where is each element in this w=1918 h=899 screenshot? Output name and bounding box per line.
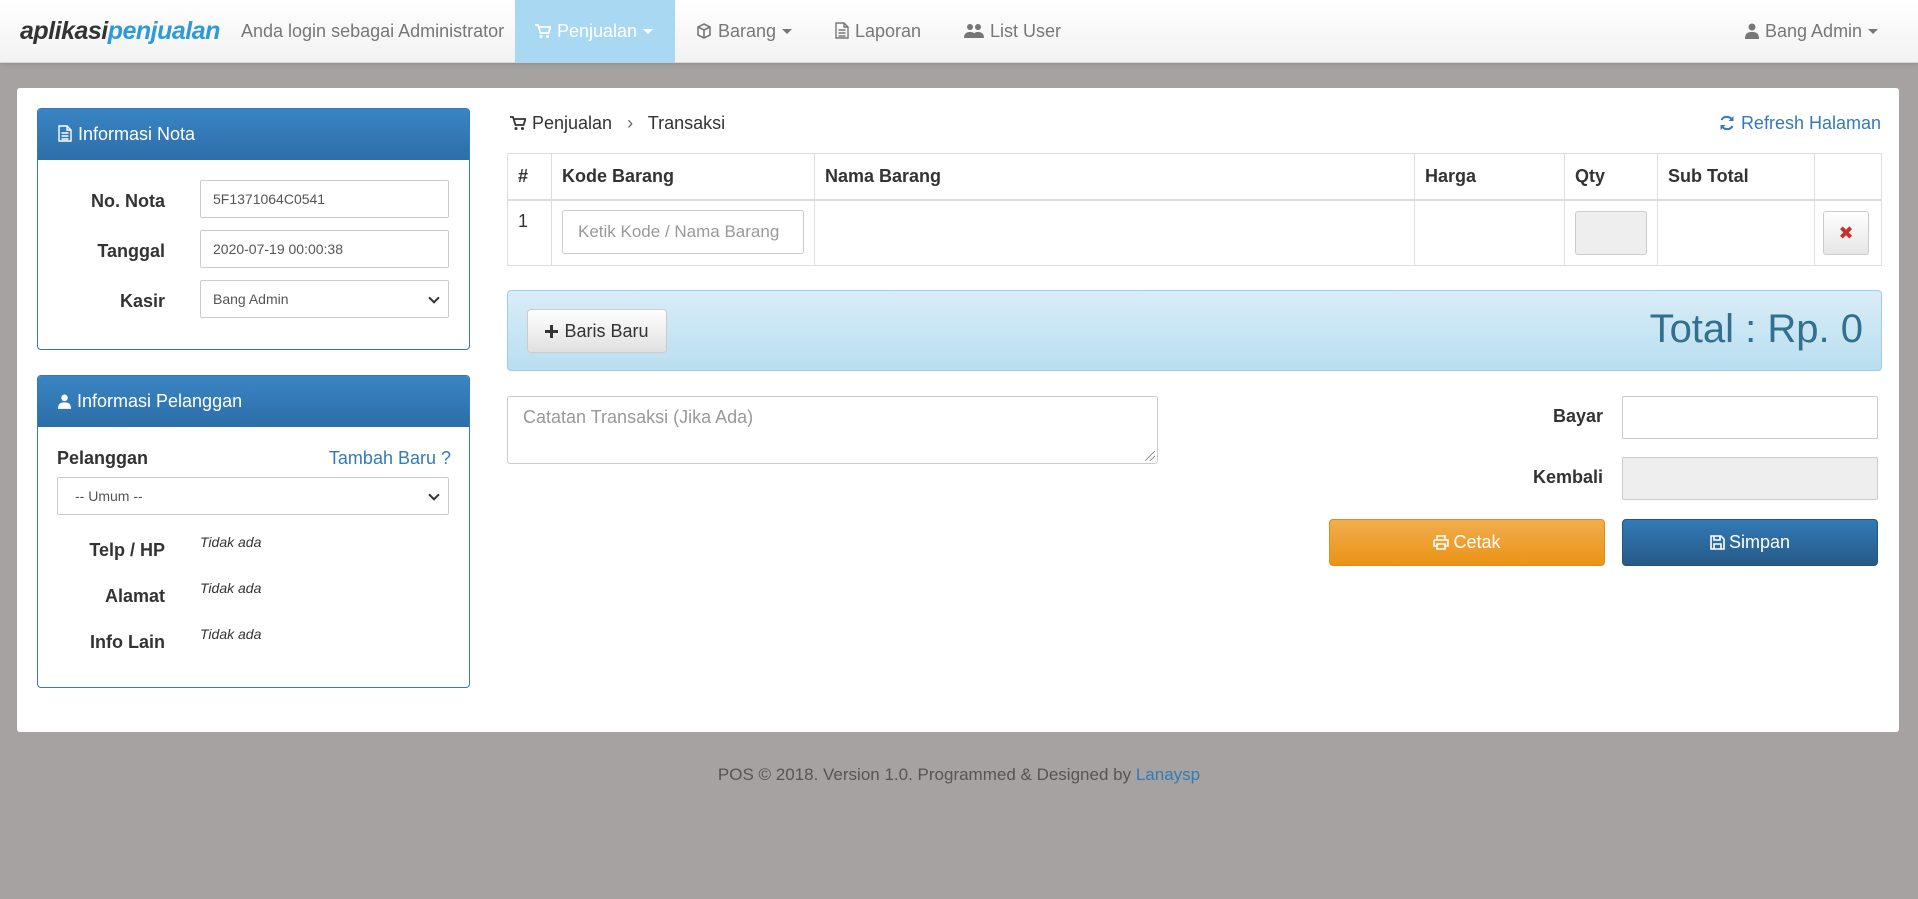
transaction-table: # Kode Barang Nama Barang Harga Qty Sub … [507,153,1882,266]
table-header-row: # Kode Barang Nama Barang Harga Qty Sub … [507,153,1882,201]
resize-handle-icon[interactable] [1145,451,1155,461]
col-header-no: # [507,153,552,201]
info-lain-label: Info Lain [90,632,165,652]
no-nota-field[interactable]: 5F1371064C0541 [200,180,449,218]
floppy-disk-icon [1710,532,1729,552]
user-icon [1745,21,1765,41]
kembali-label: Kembali [1532,467,1603,487]
row-number: 1 [507,199,552,266]
bayar-input[interactable] [1622,396,1878,439]
tambah-baru-link[interactable]: Tambah Baru ? [329,448,451,469]
col-header-nama: Nama Barang [814,153,1415,201]
nama-cell [814,199,1415,266]
telp-label: Telp / HP [89,540,165,560]
total-amount: Total : Rp. 0 [1649,307,1863,351]
cube-icon [696,21,718,41]
tanggal-label: Tanggal [97,241,165,261]
save-button[interactable]: Simpan [1622,519,1878,566]
print-button[interactable]: Cetak [1329,519,1605,566]
total-bar: Baris Baru Total : Rp. 0 [507,290,1882,371]
tanggal-field[interactable]: 2020-07-19 00:00:38 [200,230,449,268]
shopping-cart-icon [535,21,557,41]
nota-panel-header: Informasi Nota [38,109,469,160]
kode-barang-input[interactable]: Ketik Kode / Nama Barang [562,209,804,254]
shopping-cart-icon [510,113,532,133]
brand-logo[interactable]: aplikasipenjualan [20,17,220,46]
close-icon: ✖ [1838,222,1854,243]
kode-cell: Ketik Kode / Nama Barang [551,199,815,266]
kasir-label: Kasir [119,291,165,311]
caret-down-icon [643,29,654,34]
top-navbar: aplikasipenjualan Anda login sebagai Adm… [0,0,1918,63]
harga-cell [1414,199,1565,266]
chevron-down-icon [428,489,440,501]
add-row-button[interactable]: Baris Baru [527,309,667,353]
col-header-qty: Qty [1564,153,1658,201]
login-status-text: Anda login sebagai Administrator [241,21,505,41]
footer: POS © 2018. Version 1.0. Programmed & De… [0,765,1918,785]
nav-barang-dropdown[interactable]: Barang [676,0,812,63]
plus-icon [545,321,564,341]
breadcrumb-parent[interactable]: Penjualan [532,113,612,133]
no-nota-label: No. Nota [91,191,165,211]
qty-cell [1564,199,1658,266]
caret-down-icon [1868,29,1879,34]
subtotal-cell [1657,199,1815,266]
nav-penjualan-dropdown[interactable]: Penjualan [515,0,675,63]
breadcrumb-separator: › [627,113,634,133]
file-text-icon [835,21,855,41]
footer-author-link[interactable]: Lanaysp [1136,765,1200,784]
kasir-select[interactable]: Bang Admin [200,280,449,318]
nav-list-user[interactable]: List User [944,0,1081,63]
action-cell: ✖ [1814,199,1882,266]
chevron-down-icon [428,292,440,304]
telp-value: Tidak ada [200,534,262,550]
nota-info-panel: Informasi Nota No. Nota 5F1371064C0541 T… [37,108,470,350]
pelanggan-info-panel: Informasi Pelanggan Pelanggan Tambah Bar… [37,375,470,688]
users-icon [964,21,990,41]
footer-text: POS © 2018. Version 1.0. Programmed & De… [717,765,1132,784]
print-icon [1433,532,1453,552]
breadcrumb: Penjualan › Transaksi [510,113,725,134]
main-container: Informasi Nota No. Nota 5F1371064C0541 T… [17,88,1899,732]
col-header-action [1814,153,1882,201]
col-header-kode: Kode Barang [551,153,815,201]
qty-input[interactable] [1575,210,1647,255]
col-header-subtotal: Sub Total [1657,153,1815,201]
pelanggan-label: Pelanggan [57,448,149,468]
info-lain-value: Tidak ada [200,626,262,642]
refresh-page-link[interactable]: Refresh Halaman [1719,113,1881,134]
kembali-field [1622,457,1878,500]
bayar-label: Bayar [1552,406,1603,426]
pelanggan-panel-header: Informasi Pelanggan [38,376,469,427]
breadcrumb-current: Transaksi [647,113,726,133]
nav-laporan[interactable]: Laporan [815,0,941,63]
caret-down-icon [782,29,793,34]
table-row: 1 Ketik Kode / Nama Barang ✖ [507,199,1882,266]
alamat-value: Tidak ada [200,580,262,596]
delete-row-button[interactable]: ✖ [1823,210,1869,255]
refresh-icon [1719,113,1741,133]
alamat-label: Alamat [104,586,165,606]
transaction-note-textarea[interactable]: Catatan Transaksi (Jika Ada) [507,396,1158,464]
user-menu-dropdown[interactable]: Bang Admin [1725,0,1898,63]
user-icon [58,391,77,411]
col-header-harga: Harga [1414,153,1565,201]
pelanggan-select[interactable]: -- Umum -- [57,477,449,515]
file-icon [58,124,78,144]
